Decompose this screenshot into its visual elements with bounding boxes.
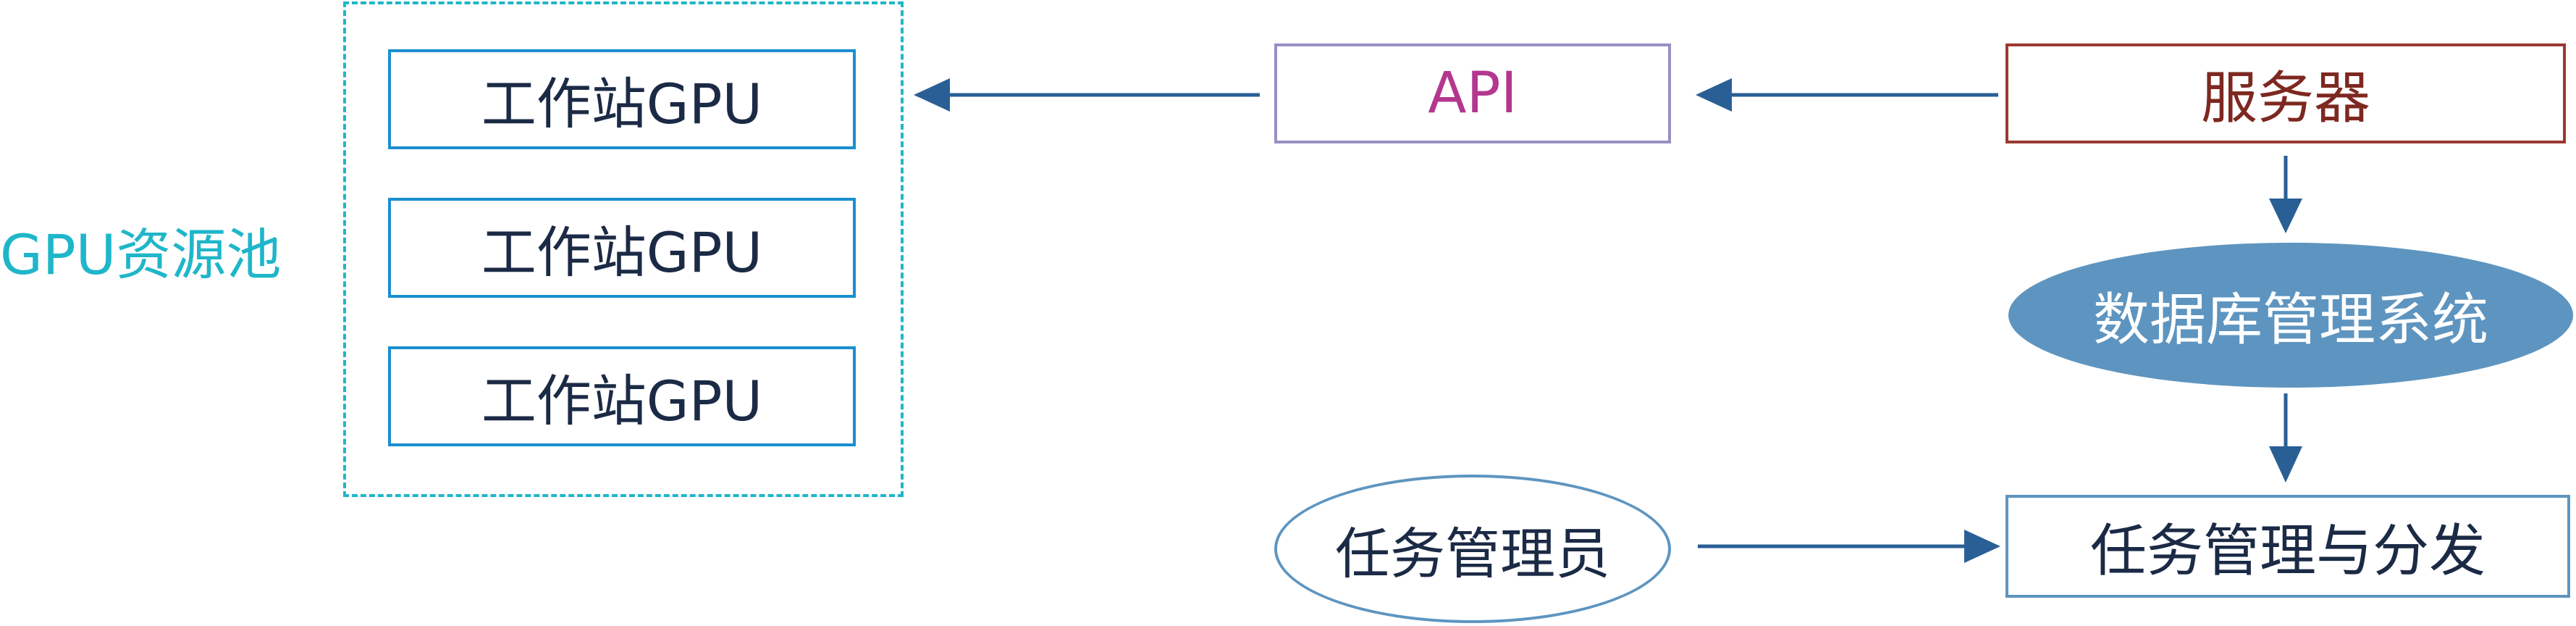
connector-arrows [914, 78, 2302, 563]
arrowhead-admin-to-task [1964, 530, 2000, 563]
arrowhead-api-to-pool [914, 78, 950, 112]
arrowhead-db-to-task [2269, 446, 2302, 483]
arrowhead-server-to-api [1696, 78, 1732, 112]
arrowhead-server-to-db [2269, 199, 2302, 233]
